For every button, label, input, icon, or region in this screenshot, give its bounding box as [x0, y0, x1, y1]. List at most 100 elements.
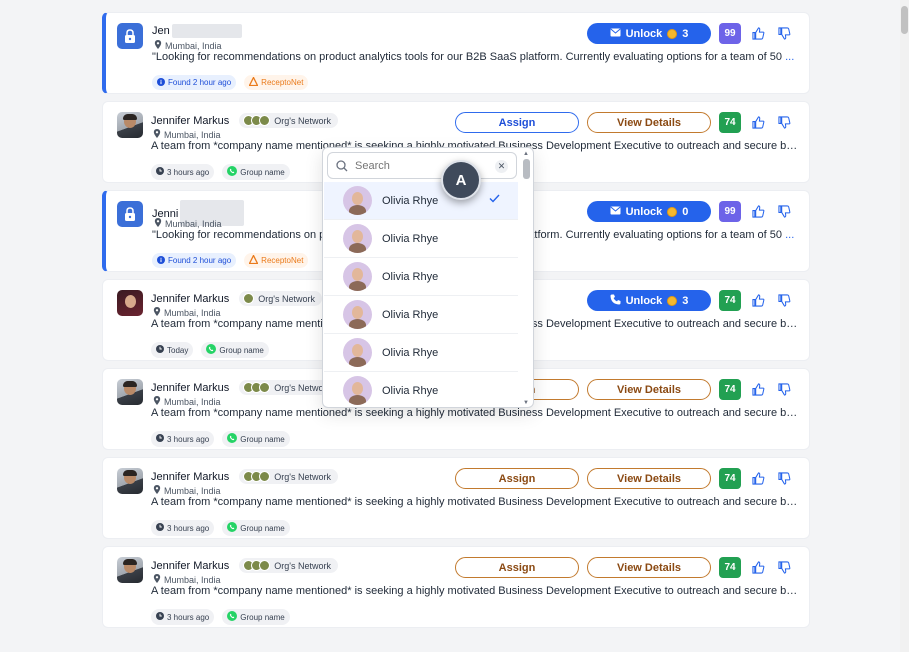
location: Mumbai, India — [153, 574, 221, 585]
network-avatar — [259, 115, 271, 126]
view-details-button[interactable]: View Details — [587, 557, 711, 578]
thumbs-up-icon[interactable] — [749, 559, 767, 577]
whatsapp-icon — [227, 433, 238, 445]
contact-name: Jennifer Markus — [151, 559, 230, 572]
network-label: Org's Network — [258, 293, 315, 304]
clock-icon — [156, 167, 164, 177]
cursor-avatar-badge: A — [441, 160, 481, 200]
time-tag: Today — [151, 342, 194, 358]
read-more-link[interactable]: ... — [785, 51, 794, 63]
time-text: 3 hours ago — [167, 612, 210, 622]
user-avatar — [343, 338, 372, 367]
lead-card: Jennifer Markus Org's Network Mumbai, Indi… — [102, 546, 810, 628]
dropdown-user-option[interactable]: Olivia Rhye — [324, 220, 518, 258]
found-time-text: Found 2 hour ago — [168, 256, 232, 265]
thumbs-down-icon[interactable] — [775, 25, 793, 43]
scroll-down-arrow-icon[interactable]: ▼ — [523, 400, 529, 406]
lead-tags: 3 hours ago Group name — [151, 520, 290, 536]
location-text: Mumbai, India — [164, 396, 221, 407]
user-avatar — [343, 224, 372, 253]
page-scrollbar-thumb[interactable] — [901, 6, 908, 34]
contact-name: Jennifer Markus — [151, 114, 230, 127]
avatar — [117, 290, 143, 316]
thumbs-up-icon[interactable] — [749, 25, 767, 43]
whatsapp-icon — [206, 344, 217, 356]
thumbs-down-icon[interactable] — [775, 470, 793, 488]
assign-dropdown: ✕ Olivia RhyeOlivia RhyeOlivia RhyeOlivi… — [322, 147, 534, 408]
name-row: Jennifer Markus Org's Network — [151, 291, 322, 306]
card-actions: Unlock 3 74 — [587, 290, 793, 311]
unlock-button[interactable]: Unlock 3 — [587, 290, 711, 311]
name-row: Jen — [152, 24, 242, 38]
dropdown-user-option[interactable]: Olivia Rhye — [324, 334, 518, 372]
group-text: Group name — [219, 345, 264, 355]
avatar — [117, 379, 143, 405]
group-text: Group name — [240, 523, 285, 533]
assign-button[interactable]: Assign — [455, 557, 579, 578]
description-text: A team from *company name mentioned* is … — [151, 496, 799, 508]
lead-card: Jen Mumbai, India "Looking for recommendat… — [102, 12, 810, 94]
thumbs-down-icon[interactable] — [775, 381, 793, 399]
network-badge: Org's Network — [239, 291, 322, 306]
network-avatars — [243, 560, 271, 571]
card-actions: Assign View Details 74 — [455, 112, 793, 133]
clock-icon — [156, 523, 164, 533]
location-pin-icon — [153, 129, 161, 140]
dropdown-user-option[interactable]: Olivia Rhye — [324, 372, 518, 407]
location-text: Mumbai, India — [164, 129, 221, 140]
thumbs-up-icon[interactable] — [749, 114, 767, 132]
thumbs-up-icon[interactable] — [749, 203, 767, 221]
unlock-button[interactable]: Unlock 0 — [587, 201, 711, 222]
network-label: Org's Network — [274, 560, 331, 571]
name-row: Jennifer Markus Org's Network — [151, 558, 338, 573]
thumbs-down-icon[interactable] — [775, 203, 793, 221]
relevance-score-badge: 74 — [719, 468, 741, 489]
lock-icon — [117, 23, 143, 49]
dropdown-user-option[interactable]: Olivia Rhye — [324, 258, 518, 296]
coin-count: 3 — [682, 294, 689, 307]
read-more-link[interactable]: ... — [785, 229, 794, 241]
contact-name: Jen — [152, 25, 170, 37]
dropdown-scrollbar[interactable]: ▲ ▼ — [522, 151, 531, 406]
unlock-button[interactable]: Unlock 3 — [587, 23, 711, 44]
network-badge: Org's Network — [239, 558, 338, 573]
thumbs-down-icon[interactable] — [775, 559, 793, 577]
lock-icon — [117, 201, 143, 227]
relevance-score-badge: 74 — [719, 290, 741, 311]
avatar — [117, 557, 143, 583]
time-tag: 3 hours ago — [151, 431, 215, 447]
assign-button[interactable]: Assign — [455, 112, 579, 133]
assign-button[interactable]: Assign — [455, 468, 579, 489]
location-pin-icon — [154, 218, 162, 229]
dropdown-user-option[interactable]: Olivia Rhye — [324, 296, 518, 334]
thumbs-down-icon[interactable] — [775, 114, 793, 132]
user-avatar — [343, 186, 372, 215]
contact-name: Jennifer Markus — [151, 470, 230, 483]
thumbs-up-icon[interactable] — [749, 470, 767, 488]
scroll-up-arrow-icon[interactable]: ▲ — [523, 151, 529, 157]
dropdown-user-option[interactable]: Olivia Rhye — [324, 182, 518, 220]
view-details-button[interactable]: View Details — [587, 112, 711, 133]
location: Mumbai, India — [153, 485, 221, 496]
view-details-button[interactable]: View Details — [587, 468, 711, 489]
location-text: Mumbai, India — [164, 485, 221, 496]
clear-search-icon[interactable]: ✕ — [495, 160, 508, 173]
network-avatars — [243, 382, 271, 393]
dropdown-search-box[interactable]: ✕ — [327, 152, 517, 179]
thumbs-up-icon[interactable] — [749, 292, 767, 310]
mail-icon — [610, 28, 621, 40]
lead-tags: Found 2 hour ago ReceptoNet — [152, 253, 309, 268]
location: Mumbai, India — [154, 40, 222, 51]
group-tag: Group name — [222, 164, 290, 180]
description-text: A team from *company name mentioned* is … — [151, 407, 799, 419]
found-time-tag: Found 2 hour ago — [152, 75, 237, 90]
group-text: Group name — [240, 167, 285, 177]
page-scrollbar[interactable] — [900, 0, 909, 652]
dropdown-user-list: Olivia Rhye Olivia Rhye Olivia Rhye Olivia … — [324, 182, 518, 407]
group-tag: Group name — [222, 431, 290, 447]
view-details-button[interactable]: View Details — [587, 379, 711, 400]
thumbs-up-icon[interactable] — [749, 381, 767, 399]
thumbs-down-icon[interactable] — [775, 292, 793, 310]
dropdown-scroll-thumb[interactable] — [523, 159, 530, 179]
whatsapp-icon — [227, 611, 238, 623]
